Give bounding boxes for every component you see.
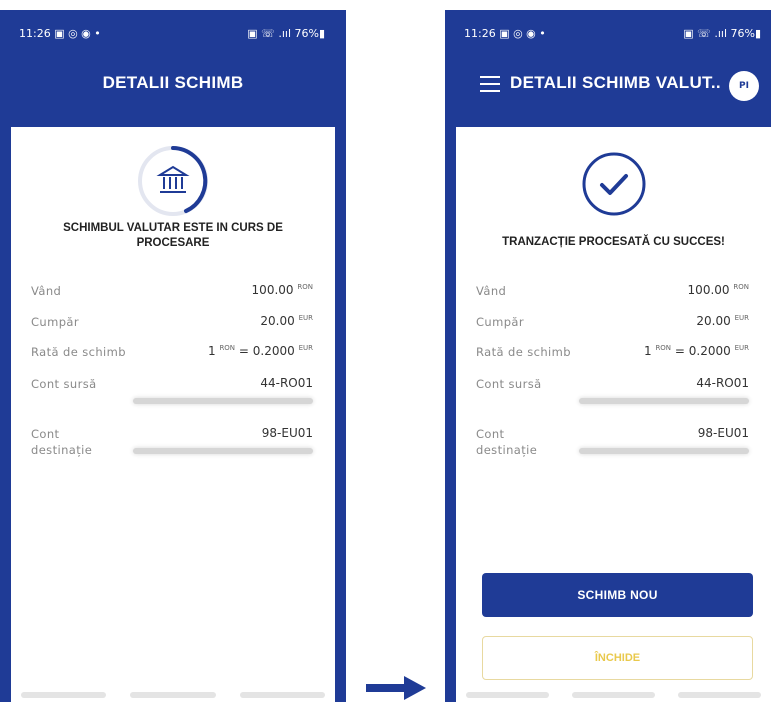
checkmark-icon — [579, 149, 649, 219]
bottom-nav-hint — [466, 692, 761, 700]
row-label: Cont destinație — [31, 427, 93, 457]
blurred-account-number — [579, 448, 749, 454]
menu-icon[interactable] — [480, 76, 500, 97]
app-header: 11:26 ▣ ◎ ◉ • ▣ ☏ .ııl 76%▮ DETALII SCHI… — [11, 21, 335, 127]
close-button[interactable]: ÎNCHIDE — [482, 636, 753, 680]
success-heading: TRANZACȚIE PROCESATĂ CU SUCCES! — [502, 236, 725, 248]
row-value: 98-EU01 — [261, 426, 313, 440]
page-title: DETALII SCHIMB — [102, 73, 244, 92]
detail-row-source-account: Cont sursă 44-RO01 — [476, 376, 749, 416]
detail-row-destination-account: Cont destinație 98-EU01 — [476, 426, 749, 466]
phone-screen-processing: 11:26 ▣ ◎ ◉ • ▣ ☏ .ııl 76%▮ DETALII SCHI… — [0, 10, 346, 702]
row-value: 100.00 RON — [687, 283, 749, 297]
row-label: Cont sursă — [476, 377, 542, 391]
row-label: Rată de schimb — [476, 345, 571, 359]
status-system-icons: ▣ ☏ .ııl 76%▮ — [683, 27, 761, 40]
row-label: Cont sursă — [31, 377, 97, 391]
row-label: Cont destinație — [476, 427, 538, 457]
blurred-account-number — [133, 448, 313, 454]
avatar[interactable]: PI — [729, 71, 759, 101]
detail-row-source-account: Cont sursă 44-RO01 — [31, 376, 313, 416]
detail-row-destination-account: Cont destinație 98-EU01 — [31, 426, 313, 466]
row-label: Vând — [476, 284, 507, 298]
row-value: 98-EU01 — [697, 426, 749, 440]
status-time: 11:26 ▣ ◎ ◉ • — [464, 27, 546, 40]
phone-screen-success: 11:26 ▣ ◎ ◉ • ▣ ☏ .ııl 76%▮ DETALII SCHI… — [445, 10, 771, 702]
row-value: 44-RO01 — [696, 376, 749, 390]
bottom-nav-hint — [21, 692, 325, 700]
row-label: Vând — [31, 284, 62, 298]
status-bar: 11:26 ▣ ◎ ◉ • ▣ ☏ .ııl 76%▮ — [464, 27, 761, 43]
blurred-account-number — [579, 398, 749, 404]
row-value: 1 RON = 0.2000 EUR — [643, 344, 749, 358]
row-value: 44-RO01 — [260, 376, 313, 390]
processing-heading: SCHIMBUL VALUTAR ESTE IN CURS DE PROCESA… — [63, 222, 283, 249]
blurred-account-number — [133, 398, 313, 404]
new-exchange-button[interactable]: SCHIMB NOU — [482, 573, 753, 617]
app-header: 11:26 ▣ ◎ ◉ • ▣ ☏ .ııl 76%▮ DETALII SCHI… — [456, 21, 771, 127]
bank-icon — [133, 141, 213, 221]
row-value: 1 RON = 0.2000 EUR — [207, 344, 313, 358]
status-bar: 11:26 ▣ ◎ ◉ • ▣ ☏ .ııl 76%▮ — [19, 27, 325, 43]
arrow-right-icon — [366, 676, 426, 700]
row-value: 100.00 RON — [251, 283, 313, 297]
row-label: Rată de schimb — [31, 345, 126, 359]
status-time: 11:26 ▣ ◎ ◉ • — [19, 27, 101, 40]
row-value: 20.00 EUR — [696, 314, 749, 328]
page-title: DETALII SCHIMB VALUT... — [510, 73, 721, 92]
row-label: Cumpăr — [476, 315, 524, 329]
status-system-icons: ▣ ☏ .ııl 76%▮ — [247, 27, 325, 40]
row-value: 20.00 EUR — [260, 314, 313, 328]
row-label: Cumpăr — [31, 315, 79, 329]
